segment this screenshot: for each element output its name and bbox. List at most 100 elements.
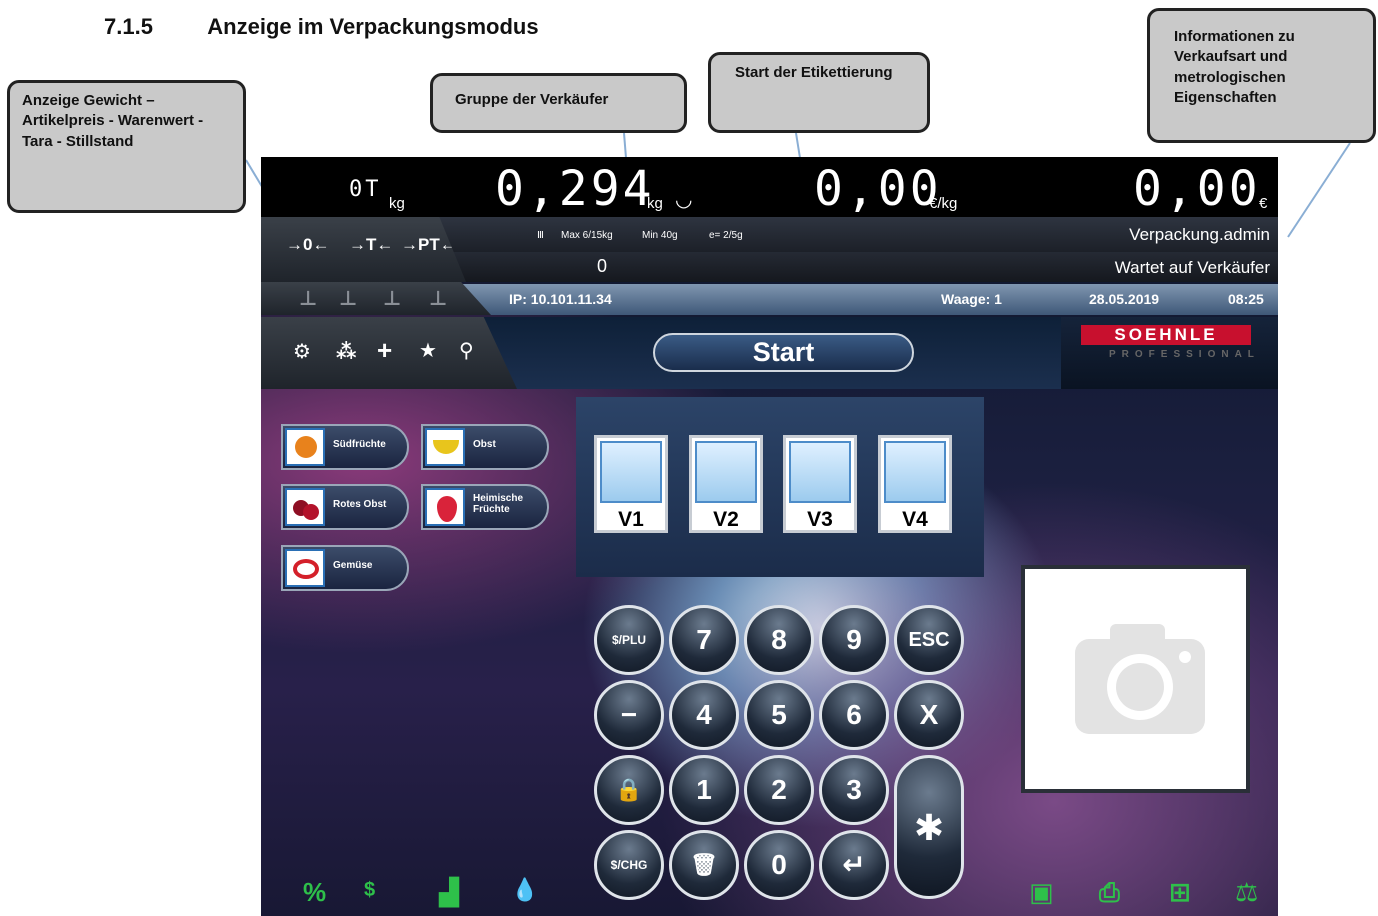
- brand-sub: PROFESSIONAL: [1109, 349, 1260, 360]
- key-8[interactable]: 8: [744, 605, 814, 675]
- callout-vendor-group: Gruppe der Verkäufer: [430, 73, 687, 133]
- key-5[interactable]: 5: [744, 680, 814, 750]
- printer-icon[interactable]: ⎙: [1099, 877, 1120, 909]
- category-rotes-obst[interactable]: Rotes Obst: [281, 484, 409, 530]
- scale-4-icon[interactable]: ⊥: [429, 286, 447, 311]
- cash-icon[interactable]: $: [364, 879, 375, 902]
- date: 28.05.2019: [1089, 291, 1160, 307]
- time: 08:25: [1228, 291, 1264, 307]
- scale-3-icon[interactable]: ⊥: [383, 286, 401, 311]
- user-icon: [695, 441, 757, 503]
- category-label: Südfrüchte: [333, 439, 386, 450]
- callout-metrology-info: Informationen zu Verkaufsart und metrolo…: [1147, 8, 1376, 143]
- callout-group-text: Gruppe der Verkäufer: [455, 91, 609, 108]
- plus-icon[interactable]: +: [377, 335, 392, 366]
- user-icon: [884, 441, 946, 503]
- tare-unit: kg: [389, 195, 405, 212]
- tare-value: 0T: [349, 177, 382, 202]
- strawberry-icon: [425, 488, 465, 526]
- discount-icon[interactable]: %: [303, 877, 326, 908]
- key-1[interactable]: 1: [669, 755, 739, 825]
- section-heading: 7.1.5 Anzeige im Verpackungsmodus: [104, 14, 539, 40]
- minus-key[interactable]: −: [594, 680, 664, 750]
- share-icon[interactable]: ⁂: [336, 339, 356, 364]
- vendor-v3[interactable]: V3: [783, 435, 857, 533]
- key-0[interactable]: 0: [744, 830, 814, 900]
- scale-interval: e= 2/5g: [709, 230, 743, 241]
- vendor-label: V4: [902, 508, 928, 531]
- key-4[interactable]: 4: [669, 680, 739, 750]
- banana-icon: [425, 428, 465, 466]
- start-button[interactable]: Start: [653, 333, 914, 372]
- category-label: Heimische Früchte: [473, 493, 524, 515]
- category-label: Obst: [473, 439, 496, 450]
- network-icon[interactable]: ⊞: [1169, 877, 1191, 908]
- callout-labeling-text: Start der Etikettierung: [735, 64, 893, 81]
- enter-key[interactable]: ↵: [819, 830, 889, 900]
- section-number: 7.1.5: [104, 14, 153, 39]
- camera-icon: [1075, 624, 1205, 734]
- star-key[interactable]: ✱: [894, 755, 964, 899]
- state-text: Wartet auf Verkäufer: [1114, 258, 1270, 277]
- cherry-icon: [285, 488, 325, 526]
- esc-key[interactable]: ESC: [894, 605, 964, 675]
- price-value: 0,00: [814, 161, 942, 217]
- weight-unit: kg: [647, 195, 663, 212]
- key-3[interactable]: 3: [819, 755, 889, 825]
- callout-weight-display: Anzeige Gewicht – Artikelpreis - Warenwe…: [7, 80, 246, 213]
- category-suedfruechte[interactable]: Südfrüchte: [281, 424, 409, 470]
- category-obst[interactable]: Obst: [421, 424, 549, 470]
- vendor-label: V3: [807, 508, 833, 531]
- plu-key[interactable]: $/PLU: [594, 605, 664, 675]
- scale-screen: 0T kg 0,294 kg ◡ 0,00 €/kg 0,00 € Ⅲ Max …: [261, 157, 1278, 916]
- gear-icon[interactable]: ⚙: [293, 339, 311, 364]
- scale-1-icon[interactable]: ⊥: [299, 286, 317, 311]
- vendor-v2[interactable]: V2: [689, 435, 763, 533]
- trash-key[interactable]: 🗑: [669, 830, 739, 900]
- accuracy-class: Ⅲ: [537, 230, 544, 241]
- tare-panel: →0← →T← →PT←: [261, 217, 466, 282]
- clear-key[interactable]: X: [894, 680, 964, 750]
- change-key[interactable]: $/CHG: [594, 830, 664, 900]
- category-label: Gemüse: [333, 560, 373, 571]
- blocks-icon[interactable]: ▟: [439, 877, 459, 908]
- min-capacity: Min 40g: [642, 230, 678, 241]
- product-image-frame[interactable]: [1021, 565, 1250, 793]
- vendor-v4[interactable]: V4: [878, 435, 952, 533]
- pepper-icon: [285, 549, 325, 587]
- key-2[interactable]: 2: [744, 755, 814, 825]
- tare-icon[interactable]: →T←: [349, 235, 393, 255]
- drop-icon[interactable]: 💧: [511, 877, 538, 903]
- star-icon[interactable]: ★: [419, 338, 437, 363]
- user-icon: [600, 441, 662, 503]
- vendor-label: V2: [713, 508, 739, 531]
- lock-key[interactable]: 🔒: [594, 755, 664, 825]
- callout-info-text: Informationen zu Verkaufsart und metrolo…: [1174, 28, 1295, 106]
- key-6[interactable]: 6: [819, 680, 889, 750]
- weight-display-bar: 0T kg 0,294 kg ◡ 0,00 €/kg 0,00 €: [261, 157, 1278, 217]
- total-unit: €: [1259, 195, 1268, 212]
- category-heimische-fruechte[interactable]: Heimische Früchte: [421, 484, 549, 530]
- calculator-icon[interactable]: ▣: [1029, 877, 1054, 908]
- price-unit: €/kg: [929, 195, 958, 212]
- orange-icon: [285, 428, 325, 466]
- vendor-v1[interactable]: V1: [594, 435, 668, 533]
- category-gemuese[interactable]: Gemüse: [281, 545, 409, 591]
- brand-logo: SOEHNLE: [1081, 325, 1251, 345]
- search-icon[interactable]: ⚲: [459, 338, 474, 363]
- user-icon: [789, 441, 851, 503]
- scale-number: Waage: 1: [941, 291, 1002, 307]
- scale-select-panel: ⊥ ⊥ ⊥ ⊥: [261, 282, 491, 315]
- key-9[interactable]: 9: [819, 605, 889, 675]
- callout-weight-text: Anzeige Gewicht – Artikelpreis - Warenwe…: [22, 92, 204, 150]
- weight-value: 0,294: [495, 161, 655, 217]
- callout-start-labeling: Start der Etikettierung: [708, 52, 930, 133]
- stable-icon: ◡: [675, 189, 693, 211]
- key-7[interactable]: 7: [669, 605, 739, 675]
- scale-2-icon[interactable]: ⊥: [339, 286, 357, 311]
- mode-text: Verpackung.admin: [1129, 225, 1270, 244]
- total-value: 0,00: [1133, 161, 1261, 217]
- category-label: Rotes Obst: [333, 499, 387, 510]
- scale-icon[interactable]: ⚖: [1235, 877, 1258, 908]
- zero-icon[interactable]: →0←: [286, 235, 329, 255]
